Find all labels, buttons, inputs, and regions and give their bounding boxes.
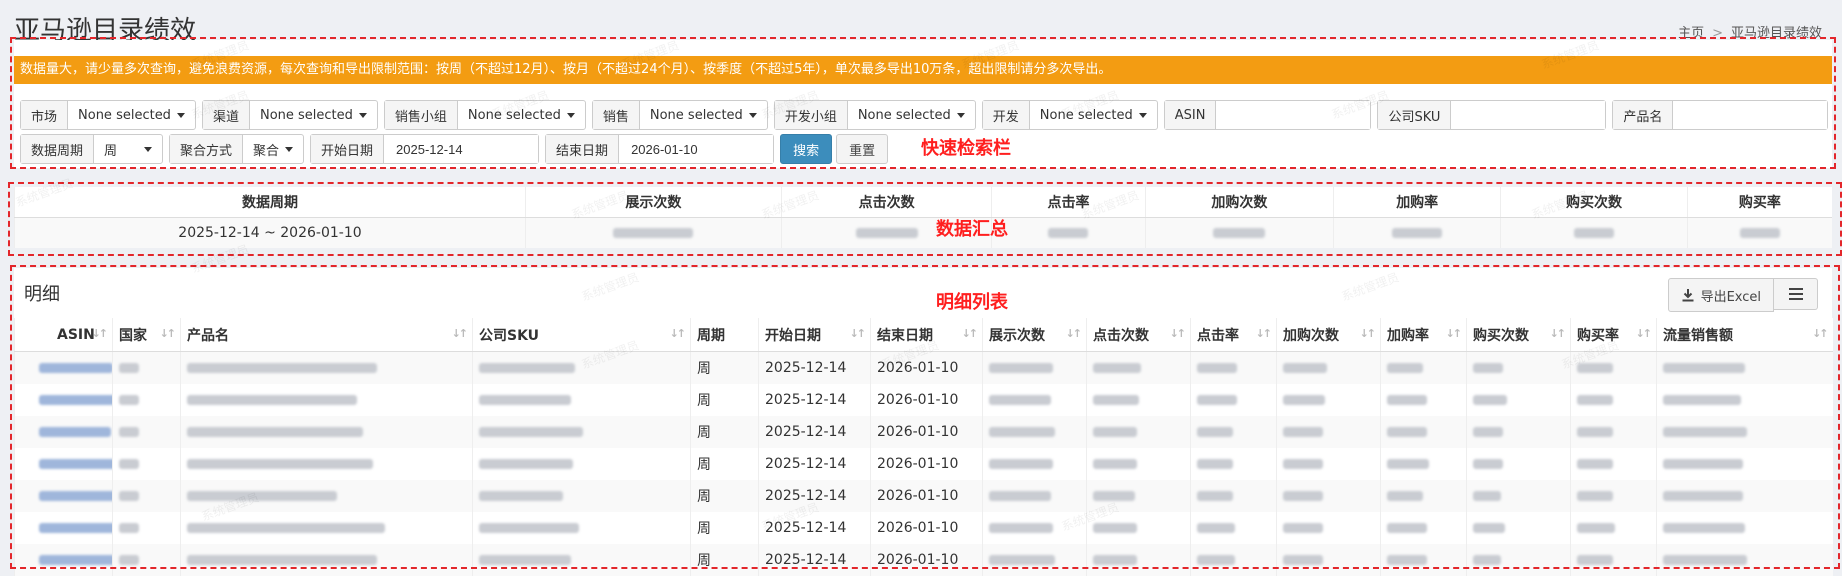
summary-annotation-label: 数据汇总 (936, 215, 1008, 241)
detail-annotation-label: 明细列表 (936, 288, 1008, 314)
search-annotation-label: 快速检索栏 (921, 134, 1011, 160)
detail-annotation-box (10, 265, 1840, 569)
summary-annotation-box (8, 182, 1842, 256)
